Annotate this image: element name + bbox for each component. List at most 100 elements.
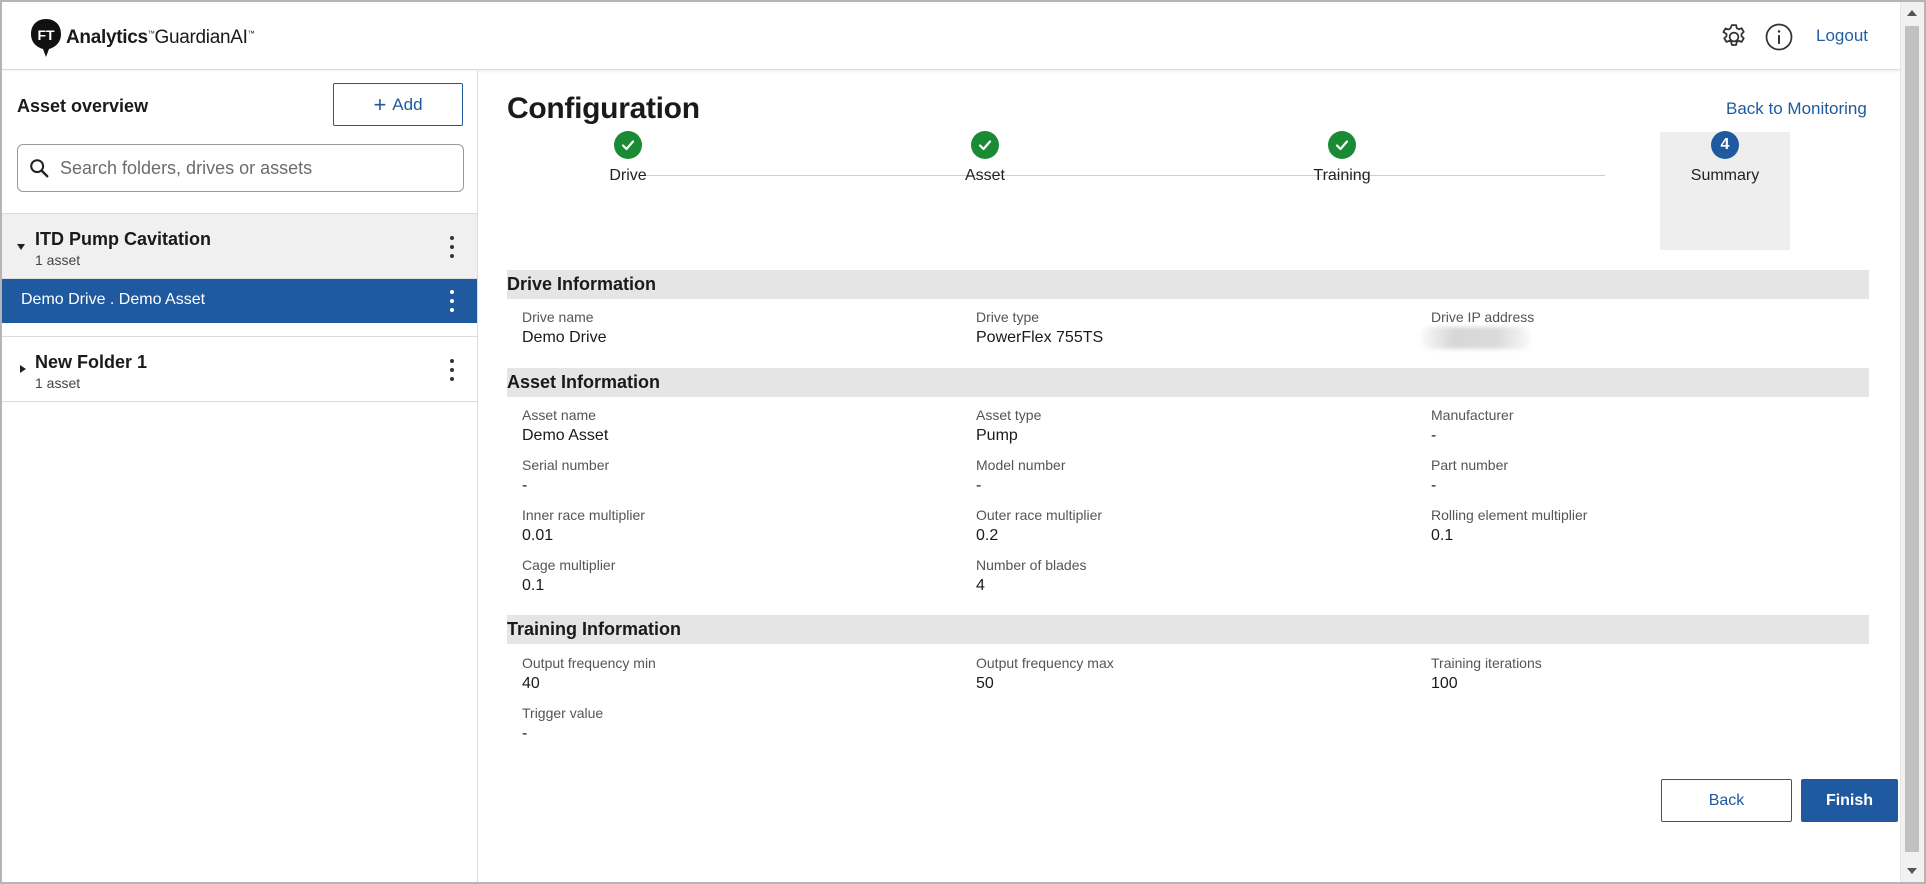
tree-item-label: Demo Drive . Demo Asset bbox=[21, 291, 206, 308]
field-label: Trigger value bbox=[522, 705, 604, 721]
step-drive[interactable]: Drive bbox=[558, 131, 698, 185]
field-label: Rolling element multiplier bbox=[1431, 507, 1588, 523]
app-window: FT Analytics™GuardianAI™ Logout Asset ov… bbox=[0, 0, 1926, 884]
field-label: Inner race multiplier bbox=[522, 507, 645, 523]
field-rolling-element-multiplier: Rolling element multiplier 0.1 bbox=[1431, 507, 1587, 545]
field-label: Drive type bbox=[976, 309, 1040, 325]
asset-sidebar: Asset overview + Add ITD Pump Cavitation… bbox=[2, 71, 478, 882]
field-label: Output frequency min bbox=[522, 655, 656, 671]
step-number-badge: 4 bbox=[1711, 131, 1739, 159]
field-label: Drive IP address bbox=[1431, 309, 1535, 325]
brand-product: GuardianAI bbox=[154, 27, 248, 48]
field-label: Serial number bbox=[522, 457, 610, 473]
brand-name: Analytics™GuardianAI™ bbox=[66, 27, 255, 49]
check-icon bbox=[1328, 131, 1356, 159]
plus-icon: + bbox=[373, 91, 387, 117]
field-value: - bbox=[522, 725, 528, 742]
field-cage-multiplier: Cage multiplier 0.1 bbox=[522, 557, 615, 595]
field-value: Demo Asset bbox=[522, 427, 609, 444]
step-training[interactable]: Training bbox=[1272, 131, 1412, 185]
field-serial-number: Serial number - bbox=[522, 457, 609, 495]
logout-link[interactable]: Logout bbox=[1816, 26, 1868, 46]
top-header: FT Analytics™GuardianAI™ Logout bbox=[2, 2, 1900, 70]
field-label: Training iterations bbox=[1431, 655, 1542, 671]
back-button[interactable]: Back bbox=[1661, 779, 1792, 822]
field-label: Manufacturer bbox=[1431, 407, 1514, 423]
field-value: 50 bbox=[976, 675, 994, 692]
field-number-of-blades: Number of blades 4 bbox=[976, 557, 1087, 595]
drive-info-heading: Drive Information bbox=[507, 270, 1869, 299]
field-outer-race-multiplier: Outer race multiplier 0.2 bbox=[976, 507, 1102, 545]
add-button-label: Add bbox=[392, 94, 423, 114]
field-output-frequency-max: Output frequency max 50 bbox=[976, 655, 1114, 693]
info-icon[interactable] bbox=[1764, 22, 1794, 52]
field-value: - bbox=[1431, 477, 1437, 494]
field-value: Pump bbox=[976, 427, 1018, 444]
brand-tm-2: ™ bbox=[247, 30, 255, 38]
field-manufacturer: Manufacturer - bbox=[1431, 407, 1513, 445]
search-input[interactable] bbox=[60, 157, 440, 179]
field-value: 0.1 bbox=[1431, 527, 1454, 544]
folder-itd-pump-cavitation[interactable]: ITD Pump Cavitation 1 asset bbox=[2, 213, 477, 279]
folder-name: ITD Pump Cavitation bbox=[35, 229, 212, 249]
folder-new-folder-1[interactable]: New Folder 1 1 asset bbox=[2, 336, 477, 402]
field-value: - bbox=[1431, 427, 1437, 444]
brand-bold: Analytics bbox=[66, 27, 148, 48]
step-label: Summary bbox=[1690, 167, 1760, 184]
field-value: Demo Drive bbox=[522, 329, 607, 346]
field-label: Asset name bbox=[522, 407, 596, 423]
field-value: - bbox=[522, 477, 528, 494]
field-label: Model number bbox=[976, 457, 1066, 473]
check-icon bbox=[971, 131, 999, 159]
field-inner-race-multiplier: Inner race multiplier 0.01 bbox=[522, 507, 645, 545]
field-drive-type: Drive type PowerFlex 755TS bbox=[976, 309, 1103, 347]
field-part-number: Part number - bbox=[1431, 457, 1508, 495]
step-asset[interactable]: Asset bbox=[915, 131, 1055, 185]
scroll-down-icon[interactable] bbox=[1907, 868, 1917, 874]
logo-letters: FT bbox=[37, 27, 55, 43]
vertical-scrollbar[interactable] bbox=[1900, 2, 1924, 882]
field-label: Cage multiplier bbox=[522, 557, 616, 573]
folder-kebab-icon[interactable] bbox=[449, 236, 455, 258]
training-info-heading: Training Information bbox=[507, 615, 1869, 644]
sidebar-title: Asset overview bbox=[17, 96, 149, 116]
field-label: Asset type bbox=[976, 407, 1042, 423]
gear-icon[interactable] bbox=[1719, 22, 1749, 52]
field-value: 0.01 bbox=[522, 527, 554, 544]
stepper-line bbox=[645, 175, 1605, 176]
scroll-thumb[interactable] bbox=[1905, 26, 1919, 852]
finish-button[interactable]: Finish bbox=[1801, 779, 1898, 822]
page-title: Configuration bbox=[507, 92, 700, 125]
item-kebab-icon[interactable] bbox=[449, 290, 455, 312]
field-asset-name: Asset name Demo Asset bbox=[522, 407, 608, 445]
field-drive-ip: Drive IP address bbox=[1421, 309, 1535, 349]
folder-name: New Folder 1 bbox=[35, 352, 148, 372]
folder-kebab-icon[interactable] bbox=[449, 359, 455, 381]
field-trigger-value: Trigger value - bbox=[522, 705, 603, 743]
field-value: 40 bbox=[522, 675, 540, 692]
field-training-iterations: Training iterations 100 bbox=[1431, 655, 1542, 693]
scroll-up-icon[interactable] bbox=[1907, 10, 1917, 16]
folder-count: 1 asset bbox=[35, 375, 81, 391]
brand-logo[interactable]: FT Analytics™GuardianAI™ bbox=[30, 18, 255, 58]
step-summary[interactable]: 4 Summary bbox=[1655, 131, 1795, 185]
field-label: Part number bbox=[1431, 457, 1509, 473]
redacted-ip-value bbox=[1421, 327, 1531, 349]
field-label: Output frequency max bbox=[976, 655, 1114, 671]
folder-count: 1 asset bbox=[35, 252, 81, 268]
ft-logo-icon: FT bbox=[31, 19, 61, 57]
tree-item-demo-drive-asset[interactable]: Demo Drive . Demo Asset bbox=[2, 279, 477, 323]
caret-down-icon[interactable] bbox=[17, 244, 25, 250]
field-asset-type: Asset type Pump bbox=[976, 407, 1041, 445]
field-model-number: Model number - bbox=[976, 457, 1066, 495]
add-button[interactable]: + Add bbox=[333, 83, 463, 126]
field-drive-name: Drive name Demo Drive bbox=[522, 309, 606, 347]
field-value: 4 bbox=[976, 577, 985, 594]
field-value: 100 bbox=[1431, 675, 1458, 692]
caret-right-icon[interactable] bbox=[20, 365, 26, 373]
back-to-monitoring-link[interactable]: Back to Monitoring bbox=[1726, 99, 1867, 119]
step-label: Asset bbox=[964, 167, 1005, 184]
field-value: - bbox=[976, 477, 982, 494]
field-label: Number of blades bbox=[976, 557, 1087, 573]
search-box bbox=[17, 144, 464, 192]
